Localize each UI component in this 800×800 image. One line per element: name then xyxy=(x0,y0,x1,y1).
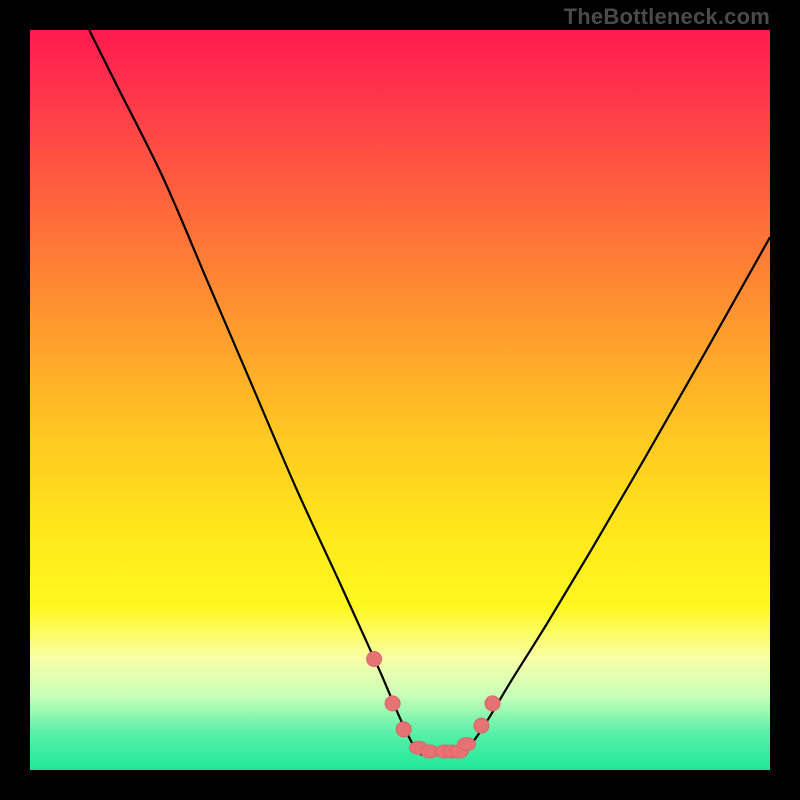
plot-area xyxy=(30,30,770,770)
highlight-dots xyxy=(367,652,500,759)
curve-left xyxy=(89,30,422,755)
curve-right xyxy=(459,237,770,755)
highlight-dot xyxy=(396,722,411,737)
highlight-dot xyxy=(485,696,500,711)
highlight-dot xyxy=(458,738,476,751)
watermark-text: TheBottleneck.com xyxy=(564,4,770,30)
highlight-dot xyxy=(474,718,489,733)
curve-svg xyxy=(30,30,770,770)
chart-frame: TheBottleneck.com xyxy=(0,0,800,800)
highlight-dot xyxy=(367,652,382,667)
highlight-dot xyxy=(385,696,400,711)
